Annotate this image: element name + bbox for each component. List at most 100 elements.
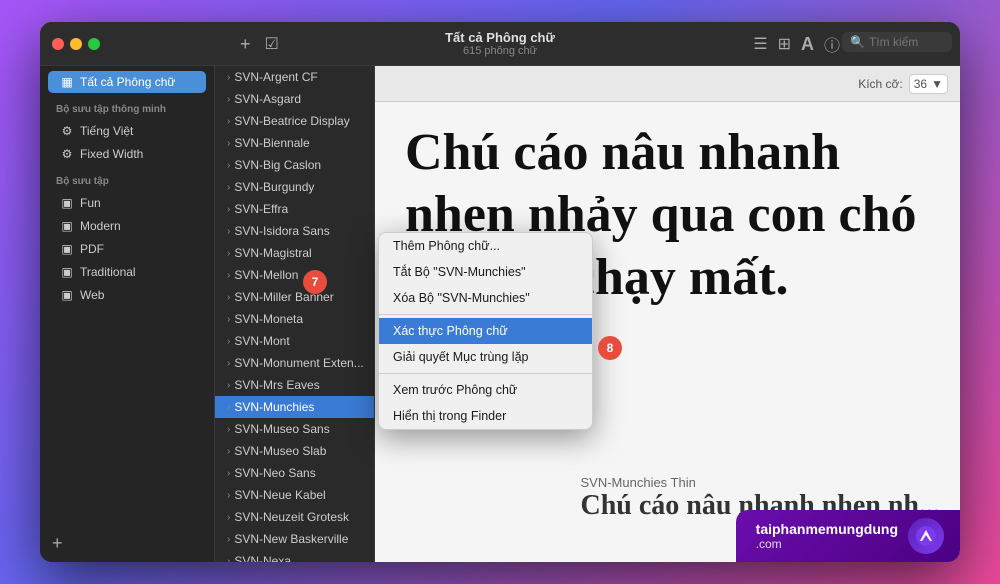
font-list-item[interactable]: ›SVN-Miller Banner: [215, 286, 374, 308]
font-chevron-icon: ›: [227, 226, 230, 237]
grid-view-icon[interactable]: ⊞: [778, 34, 791, 54]
font-list-item[interactable]: ›SVN-Isidora Sans: [215, 220, 374, 242]
font-list-item[interactable]: › SVN-Neuzeit Grotesk: [215, 506, 374, 528]
font-list-item[interactable]: ›SVN-Mellon: [215, 264, 374, 286]
font-chevron-icon: ›: [227, 424, 230, 435]
font-list-item[interactable]: ›SVN-Asgard: [215, 88, 374, 110]
fixed-width-icon: ⚙: [60, 147, 74, 161]
font-list-item[interactable]: ›SVN-Monument Exten...: [215, 352, 374, 374]
tieng-viet-label: Tiếng Việt: [80, 124, 133, 138]
font-list-item[interactable]: ›SVN-Neue Kabel: [215, 484, 374, 506]
add-collection-button[interactable]: +: [52, 533, 63, 554]
size-select[interactable]: 36 ▼: [909, 74, 948, 94]
toolbar-right: ☰ ⊞ A ⓘ: [753, 22, 840, 66]
font-list-item[interactable]: › SVN-Moneta: [215, 308, 374, 330]
context-menu-item[interactable]: Giải quyết Mục trùng lặp: [379, 344, 592, 370]
sidebar-item-all-fonts[interactable]: ▦ Tất cả Phông chữ: [48, 71, 206, 93]
context-menu-item[interactable]: Xác thực Phông chữ: [379, 318, 592, 344]
window-title: Tất cả Phông chữ: [445, 30, 555, 45]
checkbox-icon[interactable]: ☑: [265, 34, 279, 54]
font-list-item[interactable]: ›SVN-Museo Sans: [215, 418, 374, 440]
size-chevron-icon: ▼: [931, 77, 943, 91]
font-chevron-icon: ›: [227, 314, 230, 325]
font-list: › SVN-Argent CF ›SVN-Asgard › SVN-Beatrice D…: [215, 66, 375, 562]
font-list-item[interactable]: › SVN-Museo Slab: [215, 440, 374, 462]
sidebar-item-pdf[interactable]: ▣ PDF: [48, 238, 206, 260]
sidebar-item-web[interactable]: ▣ Web: [48, 284, 206, 306]
font-name-label: SVN-Museo Slab: [234, 444, 326, 458]
font-chevron-icon: ›: [227, 556, 230, 563]
search-input[interactable]: [869, 35, 949, 49]
font-list-item[interactable]: › SVN-Beatrice Display: [215, 110, 374, 132]
font-list-item[interactable]: ›SVN-Effra: [215, 198, 374, 220]
font-name-label: SVN-Burgundy: [234, 180, 314, 194]
context-menu-item[interactable]: Xóa Bộ "SVN-Munchies": [379, 285, 592, 311]
font-preview-icon[interactable]: A: [801, 34, 814, 55]
font-name-label: SVN-Mellon: [234, 268, 298, 282]
add-font-icon[interactable]: +: [240, 34, 251, 55]
font-list-item[interactable]: › SVN-Burgundy: [215, 176, 374, 198]
font-list-item[interactable]: › SVN-Neo Sans: [215, 462, 374, 484]
context-menu-item[interactable]: Hiển thị trong Finder: [379, 403, 592, 429]
font-list-item[interactable]: ›SVN-Munchies: [215, 396, 374, 418]
watermark-domain: .com: [756, 537, 898, 551]
font-name-label: SVN-Magistral: [234, 246, 311, 260]
context-menu: Thêm Phông chữ...Tắt Bộ "SVN-Munchies"Xó…: [378, 232, 593, 430]
sidebar-item-modern[interactable]: ▣ Modern: [48, 215, 206, 237]
font-chevron-icon: ›: [227, 358, 230, 369]
preview-small-title: SVN-Munchies Thin: [580, 475, 940, 490]
sidebar: ▦ Tất cả Phông chữ Bộ sưu tập thông minh…: [40, 66, 215, 562]
font-name-label: SVN-Mrs Eaves: [234, 378, 319, 392]
font-name-label: SVN-Neuzeit Grotesk: [234, 510, 349, 524]
window-subtitle: 615 phông chữ: [445, 45, 555, 57]
watermark-name: taiphanmemungdung: [756, 521, 898, 537]
minimize-button[interactable]: [70, 38, 82, 50]
search-icon: 🔍: [850, 35, 865, 49]
font-name-label: SVN-Argent CF: [234, 70, 317, 84]
font-chevron-icon: ›: [227, 72, 230, 83]
font-list-item[interactable]: ›SVN-Big Caslon: [215, 154, 374, 176]
web-label: Web: [80, 288, 104, 302]
font-chevron-icon: ›: [227, 468, 230, 479]
size-value: 36: [914, 77, 927, 91]
font-name-label: SVN-Moneta: [234, 312, 303, 326]
watermark: taiphanmemungdung .com: [736, 510, 960, 562]
titlebar: Tất cả Phông chữ 615 phông chữ + ☑ ☰ ⊞ A…: [40, 22, 960, 66]
font-name-label: SVN-Neue Kabel: [234, 488, 325, 502]
close-button[interactable]: [52, 38, 64, 50]
font-name-label: SVN-Munchies: [234, 400, 314, 414]
sidebar-item-tieng-viet[interactable]: ⚙ Tiếng Việt: [48, 120, 206, 142]
smart-collection-label: Bộ sưu tập thông minh: [44, 94, 210, 119]
font-chevron-icon: ›: [227, 446, 230, 457]
modern-label: Modern: [80, 219, 121, 233]
sidebar-item-fixed-width[interactable]: ⚙ Fixed Width: [48, 143, 206, 165]
font-name-label: SVN-Neo Sans: [234, 466, 315, 480]
context-menu-item[interactable]: Xem trước Phông chữ: [379, 377, 592, 403]
info-icon[interactable]: ⓘ: [824, 32, 840, 56]
fun-icon: ▣: [60, 196, 74, 210]
watermark-text: taiphanmemungdung .com: [756, 521, 898, 551]
toolbar-left: + ☑: [240, 22, 279, 66]
sidebar-item-traditional[interactable]: ▣ Traditional: [48, 261, 206, 283]
search-box[interactable]: 🔍: [842, 32, 952, 52]
font-chevron-icon: ›: [227, 512, 230, 523]
font-list-item[interactable]: ›SVN-Magistral: [215, 242, 374, 264]
tieng-viet-icon: ⚙: [60, 124, 74, 138]
font-list-item[interactable]: ›SVN-Nexa: [215, 550, 374, 562]
font-list-item[interactable]: ›SVN-Biennale: [215, 132, 374, 154]
web-icon: ▣: [60, 288, 74, 302]
context-menu-item[interactable]: Thêm Phông chữ...: [379, 233, 592, 259]
font-chevron-icon: ›: [227, 182, 230, 193]
font-list-item[interactable]: ›SVN-Mont: [215, 330, 374, 352]
font-chevron-icon: ›: [227, 116, 230, 127]
font-list-item[interactable]: ›SVN-New Baskerville: [215, 528, 374, 550]
font-name-label: SVN-Effra: [234, 202, 288, 216]
font-list-item[interactable]: ›SVN-Mrs Eaves: [215, 374, 374, 396]
pdf-label: PDF: [80, 242, 104, 256]
maximize-button[interactable]: [88, 38, 100, 50]
font-list-item[interactable]: › SVN-Argent CF: [215, 66, 374, 88]
list-view-icon[interactable]: ☰: [753, 34, 767, 54]
font-name-label: SVN-Beatrice Display: [234, 114, 349, 128]
context-menu-item[interactable]: Tắt Bộ "SVN-Munchies": [379, 259, 592, 285]
sidebar-item-fun[interactable]: ▣ Fun: [48, 192, 206, 214]
